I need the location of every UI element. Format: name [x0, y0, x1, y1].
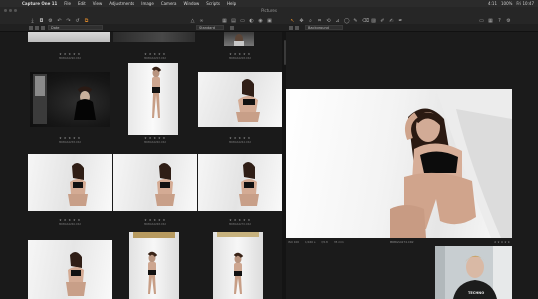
thumbnail-image-partial[interactable] [113, 32, 195, 42]
left-gutter [0, 32, 28, 299]
macos-menubar: Capture One 11 File Edit View Adjustment… [0, 0, 538, 7]
browser-scrollbar[interactable] [284, 40, 286, 65]
thumbnail-filename: MRBGS4266.CR2 [58, 223, 82, 226]
menu-adjustments[interactable]: Adjustments [109, 0, 134, 7]
exif-aperture: f/2.8 [321, 239, 328, 244]
browser-subbar: Date Standard Background [0, 24, 538, 32]
image-browser: ★ ★ ★ ★ ★ MRBGS4290.CR2 ★ ★ ★ ★ ★ MRBGS4… [28, 32, 282, 299]
thumbnail-cell[interactable]: ★ ★ ★ ★ ★ MRBGS4266.CR2 [28, 217, 112, 231]
grid-view-small-icon[interactable] [35, 26, 39, 30]
menu-help[interactable]: Help [227, 0, 236, 7]
thumbnail-image[interactable] [28, 154, 112, 211]
menubar-battery: 100% [500, 1, 513, 6]
thumbnail-filename: MRBGS4264.CR2 [228, 141, 252, 144]
thumbnail-filename: MRBGS4208.CR2 [228, 57, 252, 60]
thumbnail-image[interactable] [129, 232, 179, 299]
exif-iso: ISO 100 [288, 239, 300, 244]
menu-view[interactable]: View [93, 0, 103, 7]
menu-file[interactable]: File [64, 0, 71, 7]
thumbnail-filename: MRBGS4203.CR2 [143, 57, 167, 60]
filmstrip-view-icon[interactable] [41, 26, 45, 30]
webcam-overlay: TECHNO [435, 246, 512, 299]
rating-stars[interactable]: ★ ★ ★ ★ ★ [198, 218, 282, 222]
thumbnail-cell[interactable]: ★ ★ ★ ★ ★ MRBGS4258.CR2 [28, 135, 112, 149]
menu-edit[interactable]: Edit [78, 0, 86, 7]
thumbnail-image[interactable] [198, 154, 282, 211]
exif-focal: 35 mm [333, 239, 344, 244]
rating-stars[interactable]: ★ ★ ★ ★ ★ [113, 218, 197, 222]
thumbnail-cell[interactable]: ★ ★ ★ ★ ★ MRBGS4270.CR2 [198, 217, 282, 231]
menubar-status-1: 4:11 [488, 1, 497, 6]
thumbnail-filename: MRBGS4258.CR2 [58, 141, 82, 144]
thumbnail-filename: MRBGS4290.CR2 [58, 57, 82, 60]
rating-stars[interactable]: ★ ★ ★ ★ ★ [28, 218, 112, 222]
sort-select[interactable]: Date [48, 25, 103, 30]
rating-stars[interactable]: ★ ★ ★ ★ ★ [28, 52, 112, 56]
thumbnail-cell[interactable]: ★ ★ ★ ★ ★ MRBGS4264.CR2 [198, 135, 282, 149]
menu-scripts[interactable]: Scripts [206, 0, 220, 7]
thumbnail-image[interactable] [198, 72, 282, 127]
thumbnail-image[interactable] [213, 232, 263, 299]
list-view-icon[interactable] [29, 26, 33, 30]
menu-camera[interactable]: Camera [161, 0, 177, 7]
thumbnail-image[interactable] [30, 72, 110, 127]
thumbnail-cell[interactable]: ★ ★ ★ ★ ★ MRBGS4260.CR2 [113, 135, 197, 149]
search-icon[interactable] [230, 26, 234, 30]
viewer-rating-stars[interactable]: ★ ★ ★ ★ ★ [494, 240, 512, 244]
thumbnail-image[interactable] [28, 240, 112, 299]
layer-icon[interactable] [295, 26, 299, 30]
thumbnail-image-partial[interactable] [28, 32, 110, 42]
viewer-filename: MRBGS4274.CR2 [389, 239, 414, 244]
rating-stars[interactable]: ★ ★ ★ ★ ★ [113, 52, 197, 56]
zoom-select[interactable]: Standard [196, 25, 224, 30]
rating-stars[interactable]: ★ ★ ★ ★ ★ [113, 136, 197, 140]
shirt-text: TECHNO [468, 291, 485, 295]
thumbnail-cell[interactable]: ★ ★ ★ ★ ★ MRBGS4268.CR2 [113, 217, 197, 231]
thumbnail-image-partial[interactable] [224, 32, 254, 46]
menu-window[interactable]: Window [184, 0, 200, 7]
layer-select[interactable]: Background [305, 25, 343, 30]
thumbnail-image[interactable] [113, 154, 197, 211]
rating-stars[interactable]: ★ ★ ★ ★ ★ [198, 52, 282, 56]
menu-image[interactable]: Image [141, 0, 154, 7]
window-title: Pictures [261, 8, 277, 13]
thumbnail-filename: MRBGS4270.CR2 [228, 223, 252, 226]
thumbnail-image[interactable] [128, 63, 178, 135]
viewer-mode-icon[interactable] [289, 26, 293, 30]
viewer-status-bar: ISO 100 1/160 s f/2.8 35 mm MRBGS4274.CR… [286, 239, 512, 244]
menu-app-name[interactable]: Capture One 11 [22, 0, 57, 7]
thumbnail-filename: MRBGS4260.CR2 [143, 141, 167, 144]
rating-stars[interactable]: ★ ★ ★ ★ ★ [28, 136, 112, 140]
image-viewer[interactable] [286, 89, 512, 238]
rating-stars[interactable]: ★ ★ ★ ★ ★ [198, 136, 282, 140]
menubar-clock: Fri 10:47 [516, 1, 534, 6]
thumbnail-filename: MRBGS4268.CR2 [143, 223, 167, 226]
exif-shutter: 1/160 s [305, 239, 316, 244]
